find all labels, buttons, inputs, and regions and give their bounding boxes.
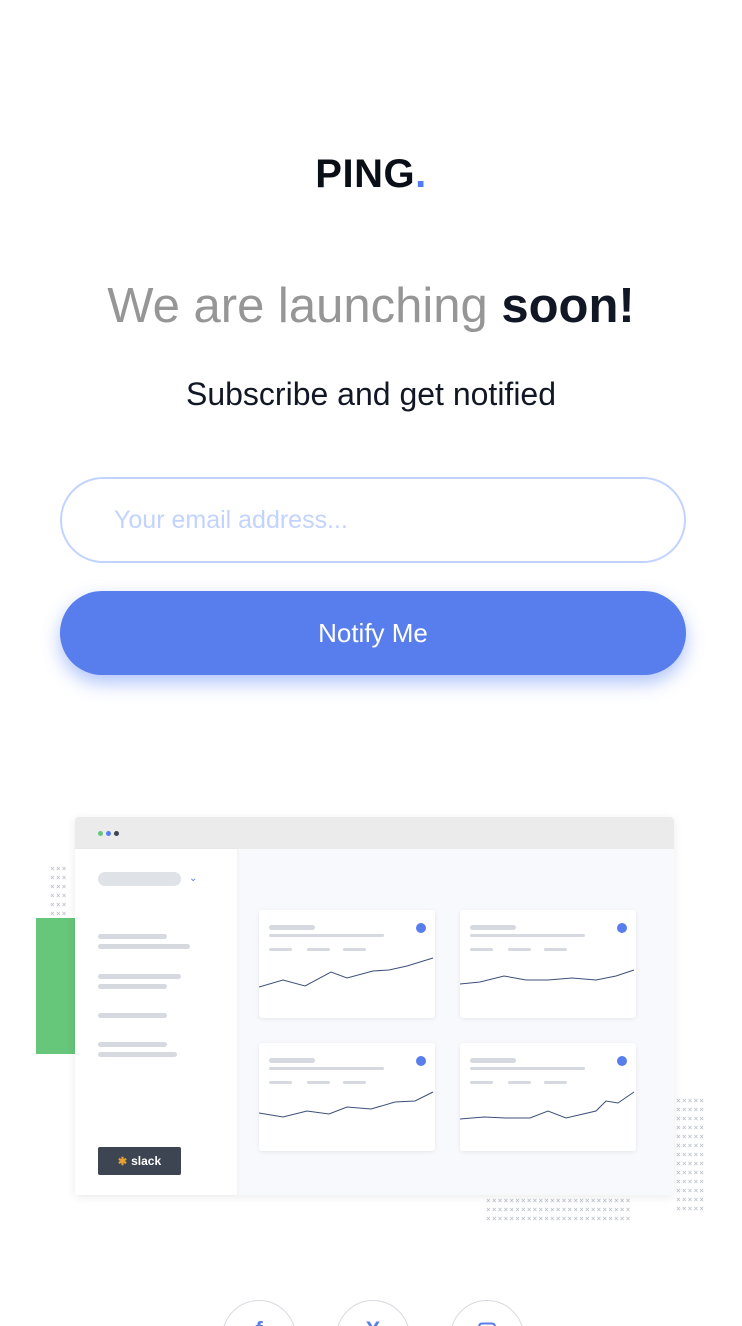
mockup-sidebar: ⌄ ✱ slack bbox=[75, 849, 237, 1195]
social-links: f X ▢ bbox=[0, 1300, 742, 1326]
pattern-bottom: ××××××××××××××××××××××××× ××××××××××××××… bbox=[486, 1196, 632, 1223]
notify-me-button[interactable]: Notify Me bbox=[60, 591, 686, 675]
check-icon bbox=[416, 923, 426, 933]
green-accent-block bbox=[36, 918, 78, 1054]
sidebar-pill bbox=[98, 872, 181, 886]
brand-dot: . bbox=[415, 152, 427, 196]
window-dot-dark bbox=[114, 831, 119, 836]
slack-logo-icon: ✱ bbox=[117, 1155, 128, 1168]
pattern-right: ××××× ××××× ××××× ××××× ××××× ××××× ××××… bbox=[676, 1096, 706, 1213]
email-field[interactable] bbox=[60, 477, 686, 563]
twitter-x-icon[interactable]: X bbox=[336, 1300, 410, 1326]
check-icon bbox=[416, 1056, 426, 1066]
app-window-mockup: ⌄ ✱ slack bbox=[75, 817, 674, 1195]
chart-card bbox=[460, 910, 636, 1018]
chart-card bbox=[259, 910, 435, 1018]
slack-label: slack bbox=[131, 1154, 162, 1168]
check-icon bbox=[617, 1056, 627, 1066]
coming-soon-page: PING. We are launching soon! Subscribe a… bbox=[0, 0, 742, 1326]
brand-name: PING bbox=[315, 152, 416, 196]
brand-logo: PING. bbox=[0, 152, 742, 197]
instagram-icon[interactable]: ▢ bbox=[450, 1300, 524, 1326]
window-dot-blue bbox=[106, 831, 111, 836]
headline-bold: soon! bbox=[501, 279, 635, 333]
dashboard-illustration: ××× ××× ××× ××× ××× ××× ××× ×× × ××× × ×× … bbox=[0, 800, 742, 1240]
subtitle: Subscribe and get notified bbox=[185, 376, 557, 412]
chart-card bbox=[460, 1043, 636, 1151]
facebook-icon[interactable]: f bbox=[222, 1300, 296, 1326]
window-dot-green bbox=[98, 831, 103, 836]
slack-badge: ✱ slack bbox=[98, 1147, 181, 1175]
check-icon bbox=[617, 923, 627, 933]
chevron-down-icon: ⌄ bbox=[189, 873, 198, 884]
headline-light: We are launching bbox=[107, 279, 488, 333]
page-title: We are launching soon! bbox=[0, 278, 742, 334]
window-titlebar bbox=[75, 817, 674, 849]
chart-card bbox=[259, 1043, 435, 1151]
